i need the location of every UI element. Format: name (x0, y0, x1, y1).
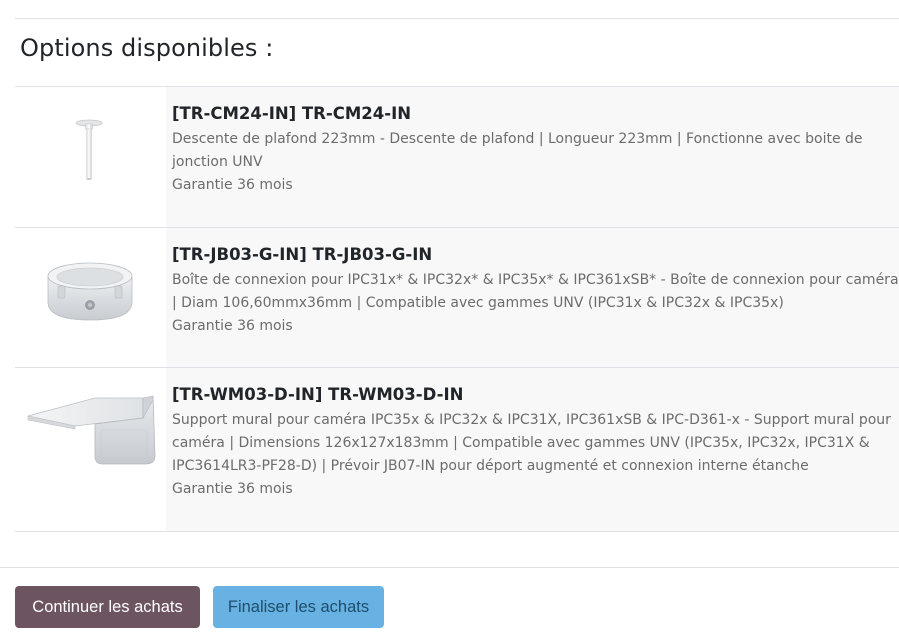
option-description: Descente de plafond 223mm - Descente de … (172, 131, 863, 170)
ceiling-mount-pole-icon (75, 119, 103, 180)
option-details: [TR-CM24-IN] TR-CM24-IN Descente de plaf… (166, 87, 899, 227)
wall-mount-bracket-icon (27, 395, 156, 465)
option-item[interactable]: [TR-CM24-IN] TR-CM24-IN Descente de plaf… (15, 87, 899, 228)
top-divider (15, 18, 899, 19)
section-title: Options disponibles : (20, 34, 274, 62)
option-image[interactable] (15, 368, 166, 531)
checkout-button[interactable]: Finaliser les achats (213, 586, 384, 628)
option-item[interactable]: [TR-WM03-D-IN] TR-WM03-D-IN Support mura… (15, 368, 899, 532)
option-description: Boîte de connexion pour IPC31x* & IPC32x… (172, 272, 899, 311)
option-description: Support mural pour caméra IPC35x & IPC32… (172, 412, 891, 474)
options-list: [TR-CM24-IN] TR-CM24-IN Descente de plaf… (15, 86, 899, 532)
option-title[interactable]: [TR-CM24-IN] TR-CM24-IN (172, 103, 899, 125)
option-title[interactable]: [TR-WM03-D-IN] TR-WM03-D-IN (172, 384, 899, 406)
option-image[interactable] (15, 228, 166, 367)
option-warranty: Garantie 36 mois (172, 318, 293, 334)
option-details: [TR-WM03-D-IN] TR-WM03-D-IN Support mura… (166, 368, 899, 531)
option-image[interactable] (15, 87, 166, 227)
continue-shopping-button[interactable]: Continuer les achats (15, 586, 200, 628)
option-details: [TR-JB03-G-IN] TR-JB03-G-IN Boîte de con… (166, 228, 899, 367)
option-item[interactable]: [TR-JB03-G-IN] TR-JB03-G-IN Boîte de con… (15, 228, 899, 368)
option-title[interactable]: [TR-JB03-G-IN] TR-JB03-G-IN (172, 244, 899, 266)
option-warranty: Garantie 36 mois (172, 177, 293, 193)
bottom-divider (0, 567, 899, 568)
junction-box-icon (47, 262, 133, 321)
option-warranty: Garantie 36 mois (172, 481, 293, 497)
